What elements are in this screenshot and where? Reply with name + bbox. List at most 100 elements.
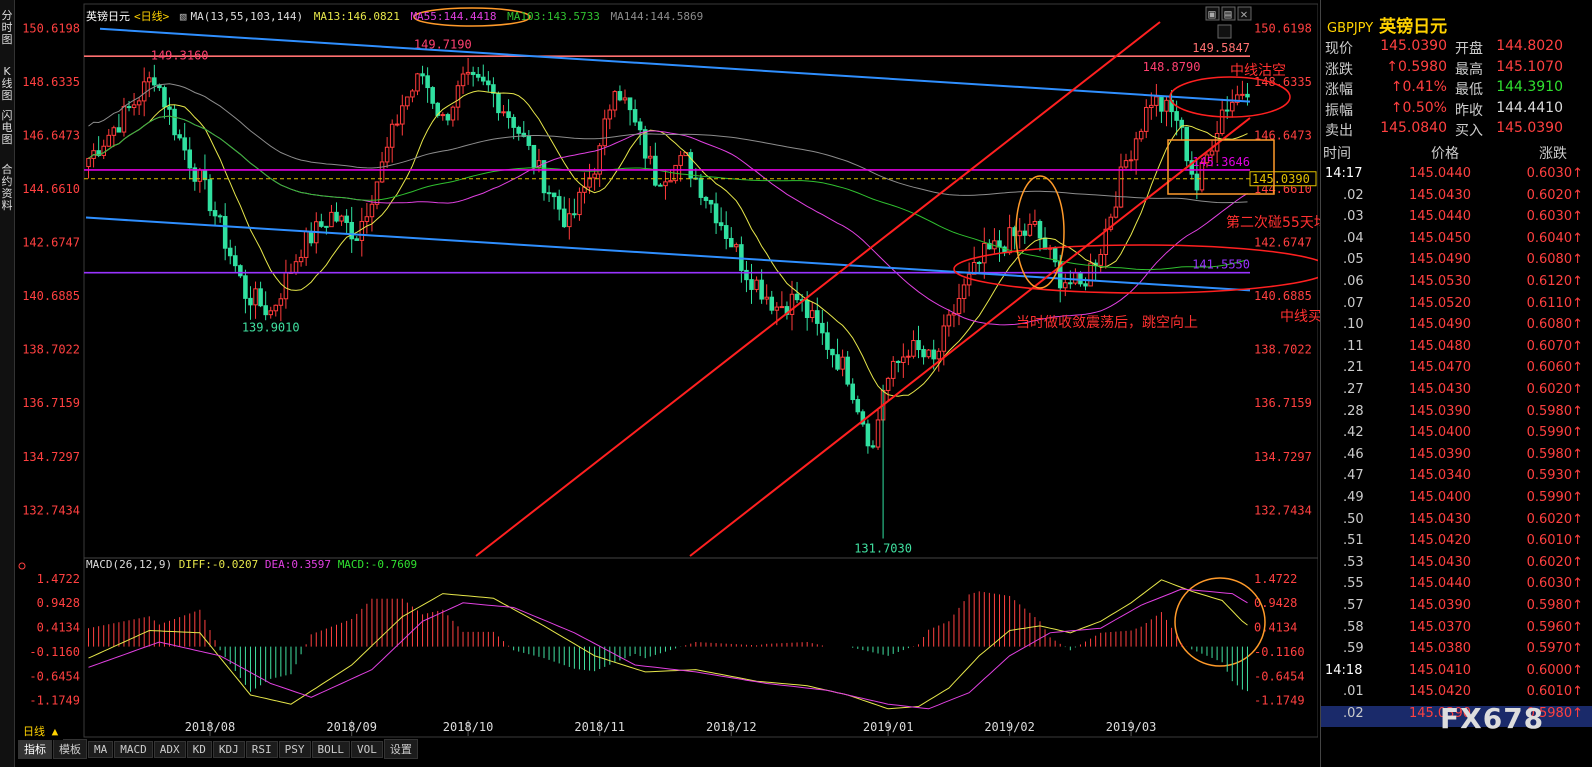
annotation-mid-short: 中线沽空 <box>1230 63 1286 79</box>
quote-value: ↑0.50% <box>1390 99 1447 116</box>
candle-body <box>86 157 91 168</box>
quote-row: 振幅 ↑0.50% 昨收 144.4410 <box>1321 100 1592 120</box>
tab-kdj[interactable]: KDJ <box>212 741 245 758</box>
ma-line-ma144 <box>88 83 1248 204</box>
tab-macd[interactable]: MACD <box>114 741 153 758</box>
candle-body <box>577 191 582 216</box>
tab-indicator[interactable]: 指标 <box>18 739 52 759</box>
tab-kd[interactable]: KD <box>186 741 212 758</box>
tick-change: 0.5990↑ <box>1526 490 1583 505</box>
kline-chart[interactable]: 150.6198 148.6335 146.6473 144.6610 142.6747… <box>0 0 1318 738</box>
candle-body <box>445 114 451 121</box>
tab-vol[interactable]: VOL <box>351 741 383 758</box>
candle-body <box>101 145 106 156</box>
candle-body <box>400 105 405 125</box>
candle-body <box>956 298 962 314</box>
quote-value: 144.3910 <box>1496 79 1563 95</box>
x-label: 2018/11 <box>574 720 625 734</box>
quote-label: 开盘 <box>1455 41 1483 57</box>
candle-body <box>526 135 532 146</box>
candle-body <box>1159 96 1164 112</box>
candle-body <box>825 332 830 350</box>
macd-y-tick-right: 1.4722 <box>1254 572 1297 586</box>
candle-body <box>253 288 258 306</box>
x-label: 2018/09 <box>326 720 377 734</box>
tick-price: 145.0450 <box>1408 230 1471 246</box>
y-tick-left: 150.6198 <box>22 21 80 35</box>
candle-body <box>1063 282 1068 289</box>
candle-body <box>835 354 840 370</box>
candle-body <box>1073 272 1078 284</box>
candle-body <box>1022 230 1028 236</box>
tick-price: 145.0430 <box>1408 511 1471 527</box>
x-label: 2018/10 <box>443 720 494 734</box>
tick-time: .55 <box>1343 576 1364 592</box>
tick-time: .49 <box>1343 490 1364 505</box>
tick-row: .03 145.0440 0.6030↑ <box>1321 209 1592 230</box>
tick-change: 0.6120↑ <box>1526 274 1583 289</box>
candle-body <box>931 349 936 360</box>
ma-settings-icon[interactable]: ▧ <box>180 10 187 23</box>
candle-body <box>146 77 152 83</box>
candle-body <box>875 419 881 448</box>
macd-y-tick-left: 0.9428 <box>37 596 80 610</box>
tick-price: 145.0390 <box>1408 403 1471 419</box>
tab-template[interactable]: 模板 <box>53 739 87 759</box>
quote-value: 145.0840 <box>1380 120 1447 136</box>
candle-body <box>162 87 167 108</box>
tick-time: .53 <box>1343 554 1364 570</box>
candle-body <box>369 203 375 218</box>
x-label: 2019/03 <box>1106 720 1157 734</box>
tick-row: .04 145.0450 0.6040↑ <box>1321 231 1592 252</box>
tick-row: .53 145.0430 0.6020↑ <box>1321 555 1592 576</box>
tick-time: .57 <box>1343 598 1364 613</box>
quote-label: 现价 <box>1325 41 1353 57</box>
tick-change: 0.6080↑ <box>1526 317 1583 333</box>
macd-y-tick-right: -0.1160 <box>1254 645 1305 659</box>
tick-time: .05 <box>1343 252 1364 268</box>
tick-price: 145.0490 <box>1408 317 1471 333</box>
tick-row: .49 145.0400 0.5990↑ <box>1321 490 1592 511</box>
y-tick-left: 132.7434 <box>22 503 80 517</box>
candle-body <box>658 184 663 187</box>
tick-change: 0.5980↑ <box>1526 403 1583 419</box>
candle-body <box>197 169 203 182</box>
tick-header-time: 时间 <box>1323 146 1351 162</box>
ma55-value: MA55:144.4418 <box>410 10 497 23</box>
candle-body <box>152 77 157 86</box>
candle-body <box>217 215 223 218</box>
tick-row: .46 145.0390 0.5980↑ <box>1321 447 1592 468</box>
candle-body <box>698 177 704 198</box>
tab-ma[interactable]: MA <box>88 741 114 758</box>
candle-body <box>440 114 446 117</box>
tick-price: 145.0430 <box>1408 187 1471 203</box>
tab-rsi[interactable]: RSI <box>245 741 278 758</box>
macd-value: MACD:-0.7609 <box>337 558 418 571</box>
window-icon-glyph: ▤ <box>1224 7 1231 21</box>
macd-y-tick-right: 0.4134 <box>1254 621 1297 635</box>
candle-body <box>622 97 628 101</box>
candle-body <box>744 269 749 281</box>
period-button[interactable]: 日线 ▲ <box>18 722 64 740</box>
tick-row: 14:18 145.0410 0.6000↑ <box>1321 663 1592 684</box>
candle-body <box>749 279 754 290</box>
tick-time: .27 <box>1343 382 1364 397</box>
candle-body <box>607 109 613 120</box>
tab-psy[interactable]: PSY <box>278 741 311 758</box>
candle-body <box>334 211 339 222</box>
instrument-title: 英镑日元 <box>86 10 130 23</box>
tick-row: .05 145.0490 0.6080↑ <box>1321 252 1592 273</box>
tab-settings[interactable]: 设置 <box>383 739 418 759</box>
candle-body <box>637 121 643 131</box>
candle-body <box>911 340 916 357</box>
tick-row: .50 145.0430 0.6020↑ <box>1321 512 1592 533</box>
tick-time: .02 <box>1343 706 1364 721</box>
candle-body <box>926 349 931 358</box>
tab-adx[interactable]: ADX <box>153 741 186 758</box>
tab-boll[interactable]: BOLL <box>311 741 350 758</box>
tick-change: 0.6080↑ <box>1526 252 1583 268</box>
candle-body <box>470 71 476 76</box>
quote-header: GBPJPY 英镑日元 <box>1327 12 1447 37</box>
tick-price: 145.0380 <box>1408 641 1471 657</box>
candle-body <box>141 81 147 102</box>
